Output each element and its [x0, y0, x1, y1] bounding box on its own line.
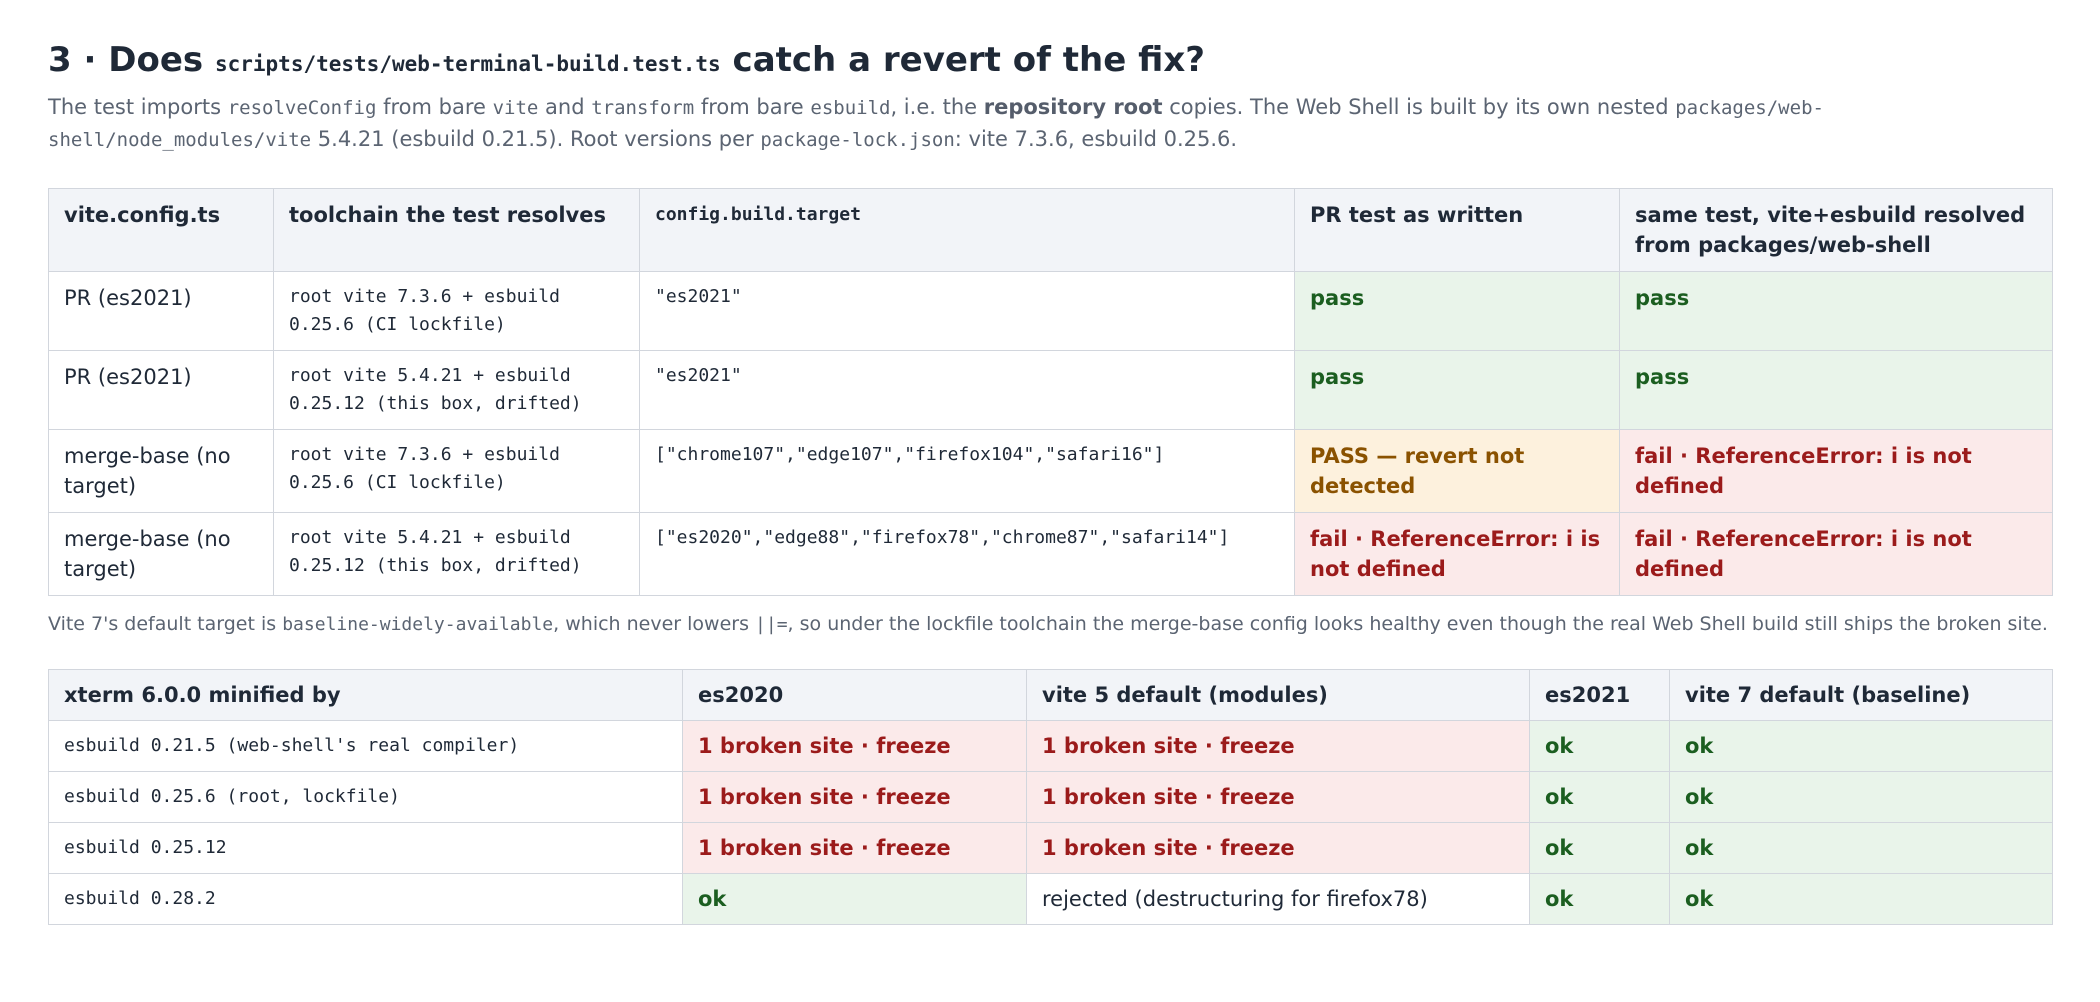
intro-text: , i.e. the	[890, 95, 984, 120]
intro-code: transform	[591, 97, 695, 120]
toolchain-cell: root vite 5.4.21 + esbuild 0.25.12 (this…	[273, 512, 640, 597]
table-row: PR (es2021) root vite 7.3.6 + esbuild 0.…	[48, 271, 2053, 352]
result-cell: pass	[1294, 350, 1620, 431]
result-cell: ok	[1529, 720, 1670, 773]
title-test-path: scripts/tests/web-terminal-build.test.ts	[214, 52, 721, 76]
table-row: esbuild 0.25.12 1 broken site · freeze 1…	[48, 822, 2053, 875]
note-code: baseline-widely-available	[282, 614, 554, 636]
column-header: same test, vite+esbuild resolved from pa…	[1619, 188, 2053, 273]
intro-emphasis: repository root	[983, 95, 1163, 120]
target-cell: ["chrome107","edge107","firefox104","saf…	[639, 429, 1295, 514]
result-cell: ok	[1669, 720, 2053, 773]
result-cell: 1 broken site · freeze	[1026, 771, 1530, 824]
result-cell: 1 broken site · freeze	[682, 822, 1027, 875]
result-cell: ok	[1529, 822, 1670, 875]
result-cell: fail · ReferenceError: i is not defined	[1619, 512, 2053, 597]
column-header: vite 5 default (modules)	[1026, 669, 1530, 722]
result-cell: fail · ReferenceError: i is not defined	[1294, 512, 1620, 597]
title-prefix: 3 · Does	[48, 40, 215, 80]
intro-text: from bare	[376, 95, 493, 120]
note-code: ||=	[755, 614, 788, 636]
intro-text: from bare	[694, 95, 811, 120]
result-cell: ok	[682, 873, 1027, 926]
table-row: PR (es2021) root vite 5.4.21 + esbuild 0…	[48, 350, 2053, 431]
result-cell: rejected (destructuring for firefox78)	[1026, 873, 1530, 926]
intro-text: and	[538, 95, 592, 120]
result-cell: 1 broken site · freeze	[1026, 720, 1530, 773]
toolchain-cell: root vite 7.3.6 + esbuild 0.25.6 (CI loc…	[273, 429, 640, 514]
minifier-cell: esbuild 0.25.12	[48, 822, 683, 875]
table-row: esbuild 0.28.2 ok rejected (destructurin…	[48, 873, 2053, 926]
intro-code: esbuild	[810, 97, 891, 120]
intro-code: resolveConfig	[227, 97, 377, 120]
revert-detection-table: vite.config.ts toolchain the test resolv…	[48, 188, 2053, 597]
minifier-cell: esbuild 0.25.6 (root, lockfile)	[48, 771, 683, 824]
result-cell: ok	[1669, 873, 2053, 926]
intro-code: package-lock.json	[760, 129, 955, 152]
result-cell: pass	[1619, 350, 2053, 431]
intro-paragraph: The test imports resolveConfig from bare…	[48, 92, 1898, 156]
table-row: esbuild 0.25.6 (root, lockfile) 1 broken…	[48, 771, 2053, 824]
minifier-cell: esbuild 0.21.5 (web-shell's real compile…	[48, 720, 683, 773]
note-text: Vite 7's default target is	[48, 613, 283, 636]
table-row: merge-base (no target) root vite 7.3.6 +…	[48, 429, 2053, 514]
intro-text: The test imports	[48, 95, 228, 120]
target-cell: ["es2020","edge88","firefox78","chrome87…	[639, 512, 1295, 597]
target-cell: "es2021"	[639, 350, 1295, 431]
config-cell: merge-base (no target)	[48, 512, 274, 597]
column-header: es2021	[1529, 669, 1670, 722]
toolchain-cell: root vite 5.4.21 + esbuild 0.25.12 (this…	[273, 350, 640, 431]
target-note: Vite 7's default target is baseline-wide…	[48, 610, 2052, 639]
table-row: esbuild 0.21.5 (web-shell's real compile…	[48, 720, 2053, 773]
column-header: vite 7 default (baseline)	[1669, 669, 2053, 722]
xterm-minify-table: xterm 6.0.0 minified by es2020 vite 5 de…	[48, 669, 2053, 926]
table-row: merge-base (no target) root vite 5.4.21 …	[48, 512, 2053, 597]
page-title: 3 · Does scripts/tests/web-terminal-buil…	[48, 38, 2052, 82]
result-cell: 1 broken site · freeze	[1026, 822, 1530, 875]
intro-text: : vite 7.3.6, esbuild 0.25.6.	[954, 127, 1238, 152]
note-text: , which never lowers	[553, 613, 756, 636]
target-cell: "es2021"	[639, 271, 1295, 352]
result-cell: pass	[1294, 271, 1620, 352]
table-header-row: vite.config.ts toolchain the test resolv…	[48, 188, 2053, 273]
result-cell: ok	[1529, 873, 1670, 926]
column-header: xterm 6.0.0 minified by	[48, 669, 683, 722]
table-header-row: xterm 6.0.0 minified by es2020 vite 5 de…	[48, 669, 2053, 722]
config-cell: PR (es2021)	[48, 271, 274, 352]
result-cell: ok	[1669, 822, 2053, 875]
intro-text: 5.4.21 (esbuild 0.21.5). Root versions p…	[311, 127, 761, 152]
result-cell: pass	[1619, 271, 2053, 352]
config-cell: merge-base (no target)	[48, 429, 274, 514]
result-cell: fail · ReferenceError: i is not defined	[1619, 429, 2053, 514]
result-cell: ok	[1669, 771, 2053, 824]
minifier-cell: esbuild 0.28.2	[48, 873, 683, 926]
column-header: es2020	[682, 669, 1027, 722]
result-cell: 1 broken site · freeze	[682, 720, 1027, 773]
column-header: toolchain the test resolves	[273, 188, 640, 273]
toolchain-cell: root vite 7.3.6 + esbuild 0.25.6 (CI loc…	[273, 271, 640, 352]
result-cell: ok	[1529, 771, 1670, 824]
column-header: vite.config.ts	[48, 188, 274, 273]
config-cell: PR (es2021)	[48, 350, 274, 431]
column-header: PR test as written	[1294, 188, 1620, 273]
intro-code: vite	[492, 97, 539, 120]
title-suffix: catch a revert of the fix?	[720, 40, 1205, 80]
column-header: config.build.target	[639, 188, 1295, 273]
note-text: , so under the lockfile toolchain the me…	[787, 613, 2048, 636]
intro-text: copies. The Web Shell is built by its ow…	[1162, 95, 1676, 120]
result-cell: PASS — revert not detected	[1294, 429, 1620, 514]
result-cell: 1 broken site · freeze	[682, 771, 1027, 824]
page: 3 · Does scripts/tests/web-terminal-buil…	[0, 0, 2100, 926]
